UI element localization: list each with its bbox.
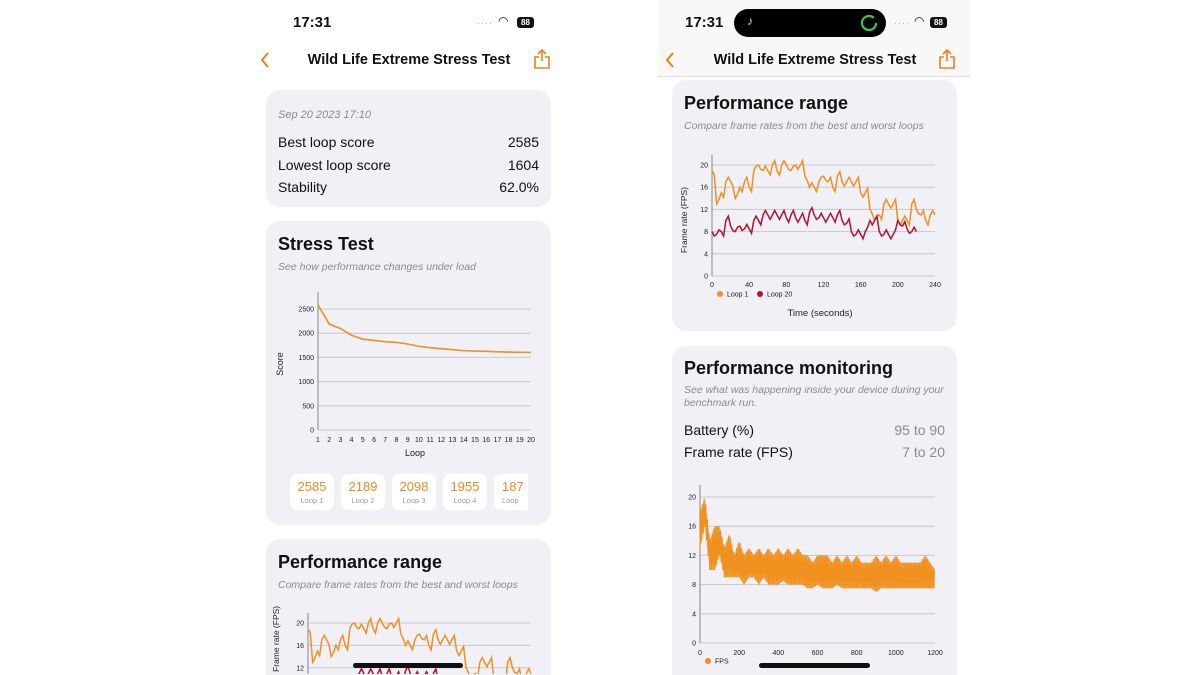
range-title: Performance range bbox=[684, 93, 849, 113]
monitoring-title: Performance monitoring bbox=[684, 358, 894, 378]
range-subtitle: Compare frame rates from the best and wo… bbox=[278, 579, 518, 591]
signal-icon: ···· bbox=[477, 18, 493, 28]
back-icon[interactable] bbox=[259, 51, 271, 69]
summary-row: Lowest loop score 1604 bbox=[278, 157, 539, 173]
loop-score-card[interactable]: 187 Loop bbox=[494, 474, 528, 510]
status-time: 17:31 bbox=[685, 14, 724, 31]
battery-icon: 88 bbox=[517, 17, 534, 28]
summary-row: Stability 62.0% bbox=[278, 179, 539, 195]
performance-range-card-left: Performance range Compare frame rates fr… bbox=[266, 539, 551, 675]
signal-icon: ···· bbox=[894, 18, 910, 28]
test-date: Sep 20 2023 17:10 bbox=[278, 109, 371, 121]
loop-score-card[interactable]: 2585 Loop 1 bbox=[290, 474, 334, 510]
back-icon[interactable] bbox=[664, 51, 676, 69]
row-label: Battery (%) bbox=[684, 422, 755, 438]
loop-score: 187 bbox=[502, 479, 524, 494]
row-value: 2585 bbox=[507, 134, 539, 150]
wifi-icon: ◠ bbox=[914, 14, 925, 28]
earbuds-icon: ♪ bbox=[747, 14, 753, 28]
nav-title: Wild Life Extreme Stress Test bbox=[713, 52, 917, 68]
progress-ring-icon bbox=[860, 14, 878, 32]
loop-score: 1955 bbox=[450, 479, 480, 494]
row-label: Stability bbox=[278, 179, 328, 195]
home-indicator[interactable] bbox=[759, 663, 870, 668]
performance-monitoring-card: Performance monitoring See what was happ… bbox=[672, 346, 957, 675]
loop-score: 2189 bbox=[348, 479, 378, 494]
loop-score-card[interactable]: 1955 Loop 4 bbox=[443, 474, 487, 510]
loop-label: Loop 1 bbox=[300, 496, 324, 505]
monitoring-subtitle: See what was happening inside your devic… bbox=[684, 384, 944, 409]
row-value: 95 to 90 bbox=[894, 422, 945, 438]
loop-score: 2585 bbox=[297, 479, 327, 494]
status-time: 17:31 bbox=[293, 14, 332, 31]
battery-icon: 88 bbox=[930, 17, 947, 28]
row-value: 62.0% bbox=[499, 179, 539, 195]
loop-label: Loop 2 bbox=[351, 496, 375, 505]
loop-label: Loop 3 bbox=[402, 496, 426, 505]
monitoring-row: Frame rate (FPS) 7 to 20 bbox=[684, 444, 945, 460]
dynamic-island: ♪ bbox=[734, 9, 886, 37]
row-label: Lowest loop score bbox=[278, 157, 391, 173]
home-indicator[interactable] bbox=[353, 663, 463, 668]
share-icon[interactable] bbox=[937, 48, 957, 70]
row-label: Frame rate (FPS) bbox=[684, 444, 793, 460]
share-icon[interactable] bbox=[532, 48, 552, 70]
range-subtitle: Compare frame rates from the best and wo… bbox=[684, 120, 924, 132]
row-value: 7 to 20 bbox=[902, 444, 945, 460]
loop-score-card[interactable]: 2189 Loop 2 bbox=[341, 474, 385, 510]
nav-title: Wild Life Extreme Stress Test bbox=[307, 52, 511, 68]
row-label: Best loop score bbox=[278, 134, 375, 150]
stress-test-card: Stress Test See how performance changes … bbox=[266, 221, 551, 525]
wifi-icon: ◠ bbox=[498, 14, 509, 28]
loop-label: Loop 4 bbox=[453, 496, 477, 505]
summary-row: Best loop score 2585 bbox=[278, 134, 539, 150]
loop-score-strip[interactable]: 2585 Loop 1 2189 Loop 2 2098 Loop 3 1955 Loo… bbox=[290, 221, 528, 525]
charts-layer: 050010001500200025001 2 3 4 5 6 7 8 9 10 11 12 13 14 1… bbox=[271, 155, 943, 675]
summary-card: Sep 20 2023 17:10 Best loop score 2585 Lo… bbox=[266, 90, 551, 207]
monitoring-row: Battery (%) 95 to 90 bbox=[684, 422, 945, 438]
loop-label: Loop bbox=[502, 496, 519, 505]
performance-range-card: Performance range Compare frame rates fr… bbox=[672, 80, 957, 331]
range-title: Performance range bbox=[278, 552, 443, 572]
row-value: 1604 bbox=[507, 157, 539, 173]
loop-score: 2098 bbox=[399, 479, 429, 494]
loop-score-card[interactable]: 2098 Loop 3 bbox=[392, 474, 436, 510]
